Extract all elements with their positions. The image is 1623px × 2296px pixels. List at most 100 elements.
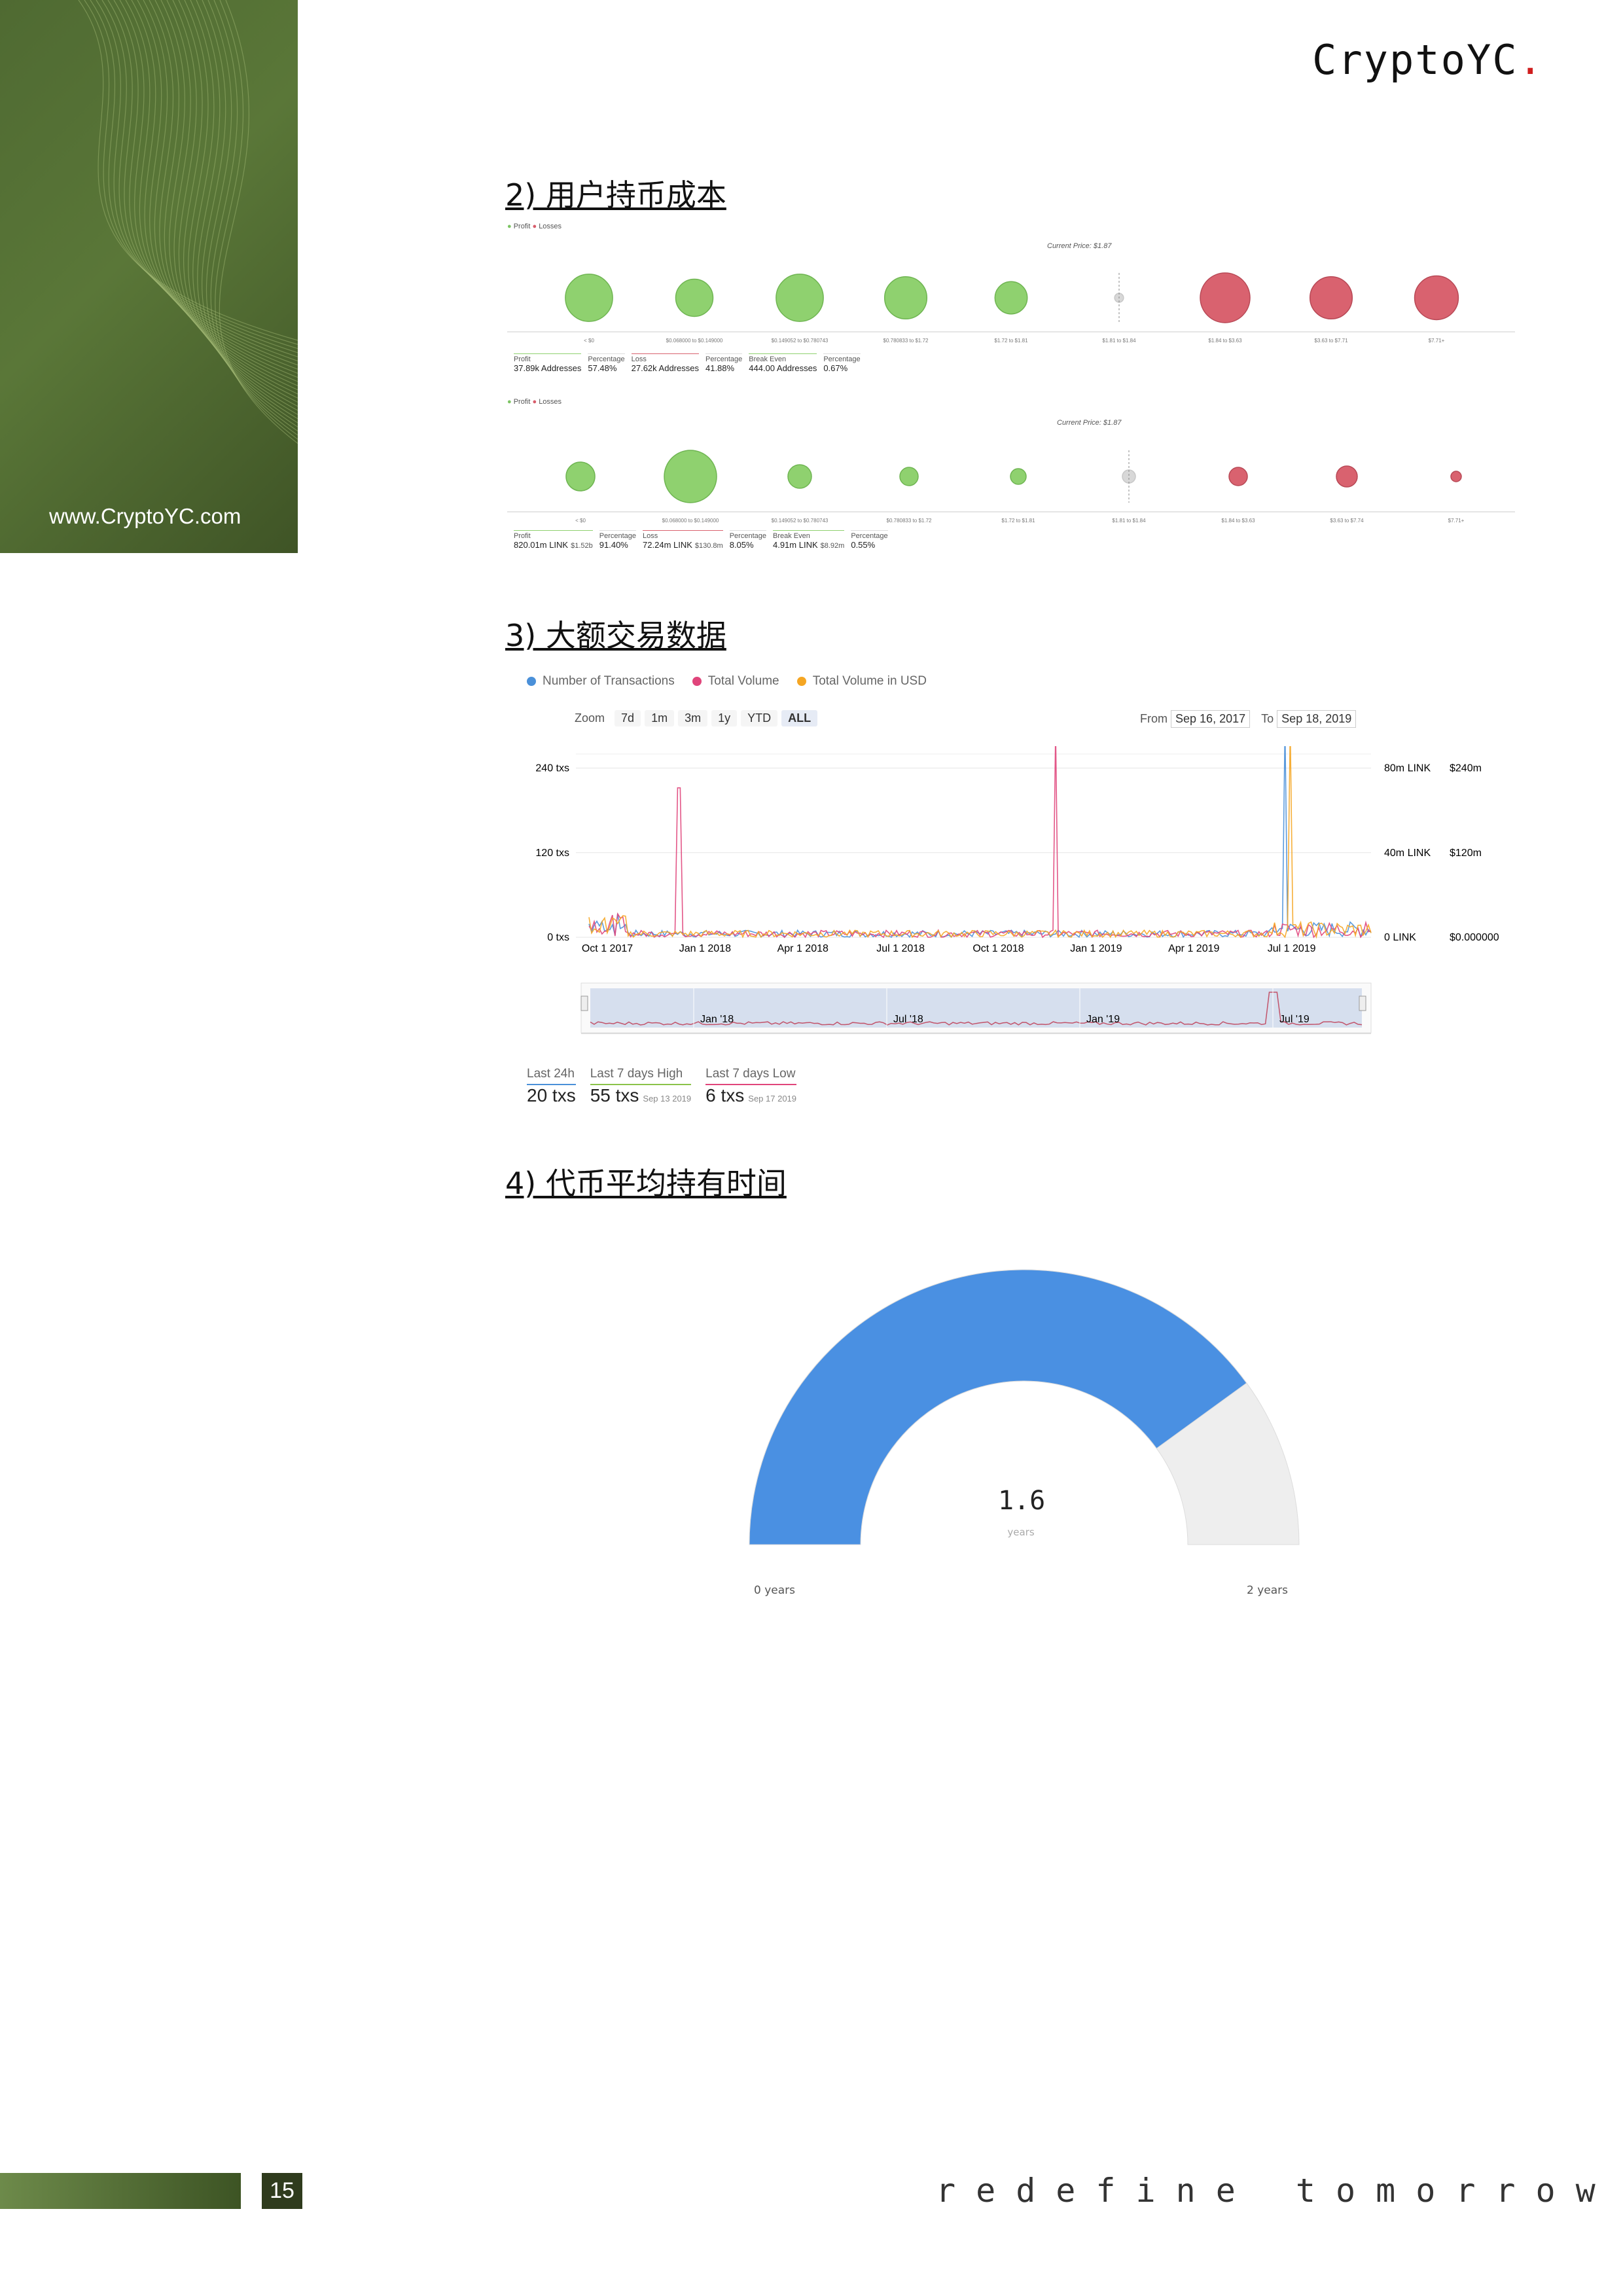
- bubble-profit[interactable]: [883, 276, 928, 320]
- zoom-all-button[interactable]: ALL: [781, 710, 818, 726]
- navigator-left-handle[interactable]: [580, 996, 588, 1011]
- x-tick: Apr 1 2019: [1168, 943, 1219, 954]
- legend-transactions[interactable]: Number of Transactions: [527, 674, 675, 689]
- legend-profit: Profit: [513, 223, 531, 230]
- bubble-range-label: $1.72 to $1.81: [994, 338, 1028, 344]
- from-date-input[interactable]: Sep 16, 2017: [1171, 710, 1251, 728]
- stat-key: Profit: [514, 355, 531, 363]
- tx-stat-label: Last 7 days Low: [705, 1067, 797, 1085]
- bubble-profit[interactable]: [776, 274, 824, 322]
- to-label: To: [1261, 712, 1274, 725]
- stat-key: Profit: [514, 532, 531, 540]
- y-right-tick-usd: $0.000000: [1450, 932, 1499, 943]
- bubble-loss[interactable]: [1228, 467, 1248, 486]
- stat-value-text: 0.55%: [851, 540, 876, 550]
- section-title-holding-time: 4) 代币平均持有时间: [505, 1166, 787, 1201]
- bubble-profit[interactable]: [565, 461, 596, 492]
- bubble-range-label: $1.81 to $1.84: [1102, 338, 1136, 344]
- stat-cell: Percentage 41.88%: [705, 353, 743, 373]
- legend-total-volume-usd[interactable]: Total Volume in USD: [796, 674, 927, 689]
- bubble-loss[interactable]: [1309, 276, 1353, 320]
- stat-value: 444.00 Addresses: [749, 363, 817, 373]
- stat-cell: Percentage 57.48%: [588, 353, 625, 373]
- stat-cell: Percentage 8.05%: [729, 530, 766, 550]
- bubble-stats-1: Profit 37.89k Addresses Percentage 57.48% Lo…: [514, 353, 861, 373]
- stat-key: Percentage: [729, 532, 766, 540]
- gauge-min-label: 0 years: [754, 1584, 796, 1597]
- bubble-loss[interactable]: [1336, 465, 1358, 488]
- y-right-tick-usd: $240m: [1450, 763, 1482, 774]
- bubble-range-label: $1.84 to $3.63: [1208, 338, 1242, 344]
- site-url[interactable]: www.CryptoYC.com: [49, 504, 241, 529]
- stat-value-text: 72.24m LINK: [643, 540, 692, 550]
- stat-extra: $8.92m: [820, 542, 845, 550]
- bubble-profit[interactable]: [1010, 468, 1027, 485]
- stat-key: Percentage: [823, 355, 861, 363]
- stat-value-text: 91.40%: [599, 540, 628, 550]
- y-right-tick-link: 0 LINK: [1384, 932, 1416, 943]
- stat-value-text: 41.88%: [705, 363, 735, 373]
- gauge-max-label: 2 years: [1247, 1584, 1289, 1597]
- tx-stat-label: Last 24h: [527, 1067, 576, 1085]
- bubble-loss[interactable]: [1450, 471, 1462, 482]
- bubble-range-label: < $0: [584, 338, 594, 344]
- stat-cell: Profit 37.89k Addresses: [514, 353, 582, 373]
- bubble-range-label: $1.72 to $1.81: [1001, 518, 1035, 524]
- chart-legend: Number of Transactions Total Volume Tota…: [527, 674, 941, 689]
- legend-dot-pink: [692, 677, 702, 686]
- bubble-plot-2: < $0 $0.068000 to $0.149000 $0.149052 to $…: [507, 450, 1515, 524]
- tx-stat-value: 55 txs: [590, 1085, 639, 1105]
- stat-key: Percentage: [588, 355, 625, 363]
- navigator-tick: Jul '18: [893, 1014, 923, 1025]
- zoom-3m-button[interactable]: 3m: [678, 710, 708, 726]
- navigator-right-handle[interactable]: [1359, 996, 1366, 1011]
- x-tick: Jul 1 2019: [1268, 943, 1316, 954]
- bubble-range-label: $0.149052 to $0.780743: [772, 518, 829, 524]
- bubble-legend: ● Profit ● Losses: [507, 223, 562, 230]
- stat-value: 57.48%: [588, 363, 624, 373]
- tx-stat-value-row: 6 txs Sep 17 2019: [705, 1085, 796, 1106]
- legend-label: Total Volume in USD: [812, 674, 927, 688]
- zoom-1m-button[interactable]: 1m: [645, 710, 675, 726]
- bubble-profit[interactable]: [787, 464, 812, 489]
- zoom-controls: Zoom 7d 1m 3m 1y YTD ALL: [575, 710, 821, 726]
- x-tick: Jul 1 2018: [876, 943, 925, 954]
- transaction-stats: Last 24h 20 txs Last 7 days High 55 txs Sep …: [527, 1067, 797, 1106]
- stat-value-text: 57.48%: [588, 363, 617, 373]
- navigator-scrollbar[interactable]: [581, 1033, 1371, 1034]
- bubble-profit[interactable]: [664, 450, 717, 503]
- zoom-1y-button[interactable]: 1y: [711, 710, 738, 726]
- to-date-input[interactable]: Sep 18, 2019: [1277, 710, 1357, 728]
- bubble-profit[interactable]: [565, 274, 613, 322]
- tx-stat: Last 7 days Low 6 txs Sep 17 2019: [705, 1067, 797, 1106]
- bubble-range-label: $0.149052 to $0.780743: [772, 338, 829, 344]
- series-line-0: [588, 746, 1372, 939]
- zoom-7d-button[interactable]: 7d: [615, 710, 641, 726]
- bubble-range-label: $0.068000 to $0.149000: [662, 518, 719, 524]
- from-label: From: [1140, 712, 1168, 725]
- bubble-loss[interactable]: [1414, 275, 1459, 321]
- bubble-loss[interactable]: [1200, 272, 1251, 323]
- stat-key: Break Even: [749, 355, 787, 363]
- stat-value: 27.62k Addresses: [632, 363, 699, 373]
- stat-value: 0.67%: [823, 363, 860, 373]
- stat-value-text: 37.89k Addresses: [514, 363, 582, 373]
- date-range: From Sep 16, 2017 To Sep 18, 2019: [1140, 710, 1357, 728]
- zoom-ytd-button[interactable]: YTD: [741, 710, 778, 726]
- legend-label: Total Volume: [707, 674, 779, 688]
- navigator-tick: Jul '19: [1279, 1014, 1310, 1025]
- holding-time-gauge: [749, 1269, 1300, 1545]
- stat-value-text: 820.01m LINK: [514, 540, 569, 550]
- stat-cell: Percentage 0.55%: [851, 530, 888, 550]
- bubble-profit[interactable]: [899, 467, 919, 486]
- legend-total-volume[interactable]: Total Volume: [692, 674, 779, 689]
- tx-stat-label: Last 7 days High: [590, 1067, 692, 1085]
- y-right-tick-link: 80m LINK: [1384, 763, 1431, 774]
- brand-logo: CryptoYC.: [1312, 36, 1544, 84]
- gauge-unit: years: [1007, 1526, 1035, 1538]
- bubble-range-label: $1.81 to $1.84: [1112, 518, 1146, 524]
- bubble-profit[interactable]: [675, 278, 714, 317]
- y-left-tick: 240 txs: [535, 763, 569, 774]
- bubble-profit[interactable]: [994, 281, 1028, 315]
- x-tick: Apr 1 2018: [777, 943, 829, 954]
